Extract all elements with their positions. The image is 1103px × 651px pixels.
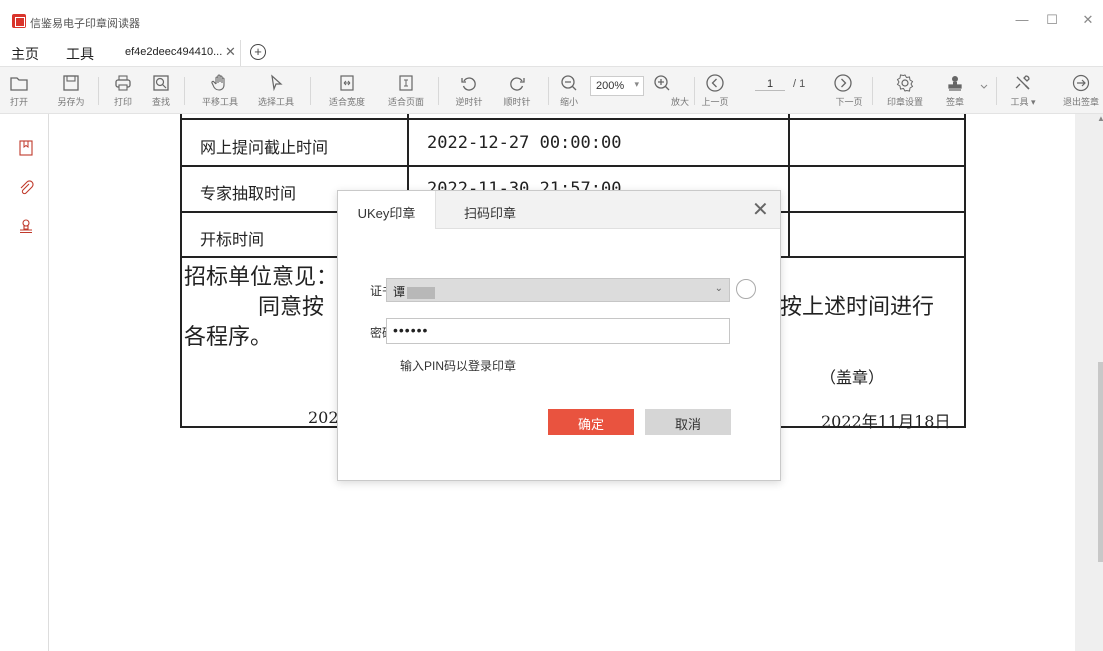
exit-icon	[1072, 74, 1090, 92]
seal-settings-button[interactable]: 印章设置	[880, 67, 930, 115]
zoom-select[interactable]: 200% ▾	[590, 76, 644, 96]
cancel-button[interactable]: 取消	[645, 409, 731, 435]
page-total: / 1	[793, 78, 806, 90]
nav-tools[interactable]: 工具	[66, 44, 94, 64]
table-row-label: 专家抽取时间	[200, 184, 297, 203]
title-bar: 信鉴易电子印章阅读器 — ☐ ✕	[0, 0, 1103, 40]
close-window-button[interactable]: ✕	[1078, 12, 1098, 28]
printer-icon	[115, 75, 131, 91]
rotate-cw-icon	[510, 77, 525, 91]
refresh-icon[interactable]	[736, 279, 756, 299]
fit-width-button[interactable]: 适合宽度	[322, 67, 372, 115]
window-title: 信鉴易电子印章阅读器	[30, 18, 140, 30]
select-tool-button[interactable]: 选择工具	[251, 67, 301, 115]
chevron-down-icon: ▾	[634, 79, 639, 89]
redacted-text	[407, 286, 436, 299]
chevron-down-icon: ⌄	[714, 283, 723, 294]
scroll-up-icon[interactable]: ▲	[1097, 114, 1103, 123]
open-button[interactable]: 打开	[0, 67, 44, 115]
rotate-cw-button[interactable]: 顺时针	[492, 67, 542, 115]
save-icon	[63, 75, 79, 91]
attachment-icon[interactable]	[18, 180, 34, 196]
bookmark-icon[interactable]	[18, 140, 34, 156]
next-page-button[interactable]: 下一页	[818, 67, 868, 115]
table-row-value: 2022-12-27 00:00:00	[427, 133, 622, 153]
document-tab-label: ef4e2deec494410...	[125, 46, 223, 58]
chevron-left-icon	[706, 74, 724, 92]
left-sidebar	[0, 114, 49, 651]
seal-dialog: UKey印章 扫码印章 ✕ 证书: 谭 ⌄ 密码: •••••• 输入PIN码以…	[337, 190, 781, 481]
tools-menu-button[interactable]: 工具 ▾	[998, 67, 1048, 115]
chevron-down-icon	[980, 84, 988, 89]
password-field[interactable]: ••••••	[386, 318, 730, 344]
nav-home[interactable]: 主页	[11, 44, 39, 64]
pointer-icon	[271, 74, 283, 92]
zoom-out-button[interactable]: 缩小	[544, 67, 594, 115]
zoom-in-icon	[654, 75, 670, 91]
table-row-label: 网上提问截止时间	[200, 138, 329, 157]
gear-icon	[896, 74, 914, 92]
toolbar-divider	[438, 77, 439, 105]
fit-page-button[interactable]: 适合页面	[381, 67, 431, 115]
tab-ukey-seal[interactable]: UKey印章	[338, 191, 436, 229]
opinion-text: 同意按	[258, 295, 325, 320]
table-border	[964, 114, 966, 428]
opinion-text: 按上述时间进行	[780, 295, 935, 320]
rotate-ccw-icon	[461, 77, 476, 91]
rotate-ccw-button[interactable]: 逆时针	[444, 67, 494, 115]
scrollbar-thumb[interactable]	[1098, 362, 1103, 562]
page-number-input[interactable]: 1	[755, 78, 785, 91]
table-border	[180, 118, 966, 120]
zoom-in-button[interactable]: 放大	[637, 67, 689, 115]
chevron-right-icon	[834, 74, 852, 92]
minimize-button[interactable]: —	[1012, 12, 1032, 27]
close-icon[interactable]: ✕	[752, 197, 769, 222]
certificate-select[interactable]: 谭 ⌄	[386, 278, 730, 302]
table-border	[180, 165, 966, 167]
table-row-label: 开标时间	[200, 230, 265, 249]
find-button[interactable]: 查找	[136, 67, 186, 115]
fit-page-icon	[399, 75, 413, 91]
table-border	[788, 114, 790, 256]
maximize-button[interactable]: ☐	[1042, 12, 1062, 28]
close-tab-icon[interactable]: ✕	[225, 44, 236, 60]
toolbar-divider	[310, 77, 311, 105]
dialog-tabs: UKey印章 扫码印章 ✕	[338, 191, 780, 229]
date-right: 2022年11月18日	[821, 412, 951, 431]
app-logo-icon	[12, 14, 26, 28]
search-icon	[153, 75, 169, 91]
sign-dropdown-button[interactable]	[941, 67, 991, 115]
confirm-button[interactable]: 确定	[548, 409, 634, 435]
add-tab-icon[interactable]: +	[250, 44, 266, 60]
save-as-button[interactable]: 另存为	[46, 67, 96, 115]
opinion-text: 各程序。	[184, 325, 273, 350]
tools-icon	[1015, 75, 1030, 90]
folder-icon	[10, 77, 28, 91]
opinion-title: 招标单位意见：	[184, 265, 339, 290]
pin-hint: 输入PIN码以登录印章	[400, 359, 517, 373]
toolbar-divider	[184, 77, 185, 105]
table-border	[180, 114, 182, 428]
toolbar-divider	[872, 77, 873, 105]
hand-icon	[211, 74, 225, 91]
exit-sign-button[interactable]: 退出签章	[1056, 67, 1103, 115]
certificate-value: 谭	[393, 285, 406, 299]
toolbar-divider	[996, 77, 997, 105]
pan-tool-button[interactable]: 平移工具	[195, 67, 245, 115]
fit-width-icon	[340, 75, 354, 91]
zoom-out-icon	[561, 75, 577, 91]
prev-page-button[interactable]: 上一页	[690, 67, 740, 115]
tab-scan-seal[interactable]: 扫码印章	[450, 191, 530, 229]
toolbar: 打开 另存为 打印 查找 平移工具 选择工具 适合宽度 适合页面 逆时针 顺时针	[0, 66, 1103, 114]
seal-note: （盖章）	[820, 368, 885, 387]
seal-icon[interactable]	[18, 218, 34, 234]
vertical-scrollbar[interactable]: ▲	[1075, 114, 1103, 651]
document-tab[interactable]: ef4e2deec494410... ✕	[115, 40, 241, 66]
